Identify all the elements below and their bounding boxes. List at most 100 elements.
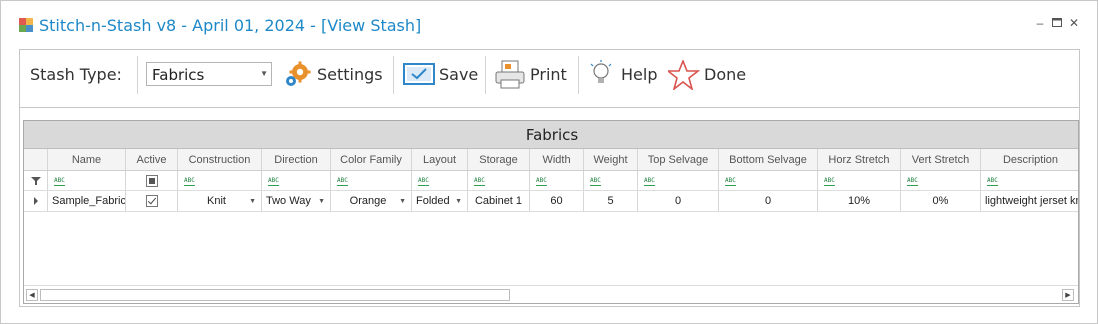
main-window: Stitch-n-Stash v8 - April 01, 2024 - [Vi… bbox=[0, 0, 1098, 324]
minimize-icon[interactable]: – bbox=[1033, 16, 1047, 30]
done-button[interactable]: Done bbox=[668, 60, 750, 90]
scroll-right-icon[interactable]: ▶ bbox=[1062, 289, 1074, 301]
chevron-down-icon[interactable]: ▼ bbox=[399, 191, 406, 211]
maximize-icon[interactable] bbox=[1050, 16, 1064, 30]
column-header-layout[interactable]: Layout bbox=[412, 149, 468, 170]
row-indicator bbox=[24, 191, 48, 211]
filter-storage[interactable]: ABC bbox=[468, 171, 530, 190]
scrollbar-thumb[interactable] bbox=[40, 289, 510, 301]
abc-filter-icon: ABC bbox=[54, 177, 65, 186]
column-header-bottom-selvage[interactable]: Bottom Selvage bbox=[719, 149, 818, 170]
column-header-active[interactable]: Active bbox=[126, 149, 178, 170]
column-header-direction[interactable]: Direction bbox=[262, 149, 331, 170]
stash-type-value: Fabrics bbox=[152, 66, 205, 84]
filter-checkbox[interactable] bbox=[146, 175, 158, 187]
filter-description[interactable]: ABC bbox=[981, 171, 1078, 190]
filter-layout[interactable]: ABC bbox=[412, 171, 468, 190]
abc-filter-icon: ABC bbox=[590, 177, 601, 186]
save-button[interactable]: Save bbox=[403, 60, 479, 90]
abc-filter-icon: ABC bbox=[337, 177, 348, 186]
column-header-construction[interactable]: Construction bbox=[178, 149, 262, 170]
column-header-storage[interactable]: Storage bbox=[468, 149, 530, 170]
cell-storage[interactable]: Cabinet 1 bbox=[468, 191, 530, 211]
filter-icon bbox=[24, 171, 48, 190]
filter-bottom-selvage[interactable]: ABC bbox=[719, 171, 818, 190]
abc-filter-icon: ABC bbox=[474, 177, 485, 186]
abc-filter-icon: ABC bbox=[184, 177, 195, 186]
cell-bottom-selvage[interactable]: 0 bbox=[719, 191, 818, 211]
cell-color-family[interactable]: Orange ▼ bbox=[331, 191, 412, 211]
filter-color-family[interactable]: ABC bbox=[331, 171, 412, 190]
chevron-down-icon[interactable]: ▼ bbox=[318, 191, 325, 211]
cell-vert-stretch[interactable]: 0% bbox=[901, 191, 981, 211]
toolbar-divider bbox=[578, 56, 579, 94]
chevron-down-icon: ▼ bbox=[260, 69, 268, 78]
cell-horz-stretch[interactable]: 10% bbox=[818, 191, 901, 211]
cell-top-selvage[interactable]: 0 bbox=[638, 191, 719, 211]
filter-row: ABC ABC ABC ABC ABC ABC ABC ABC ABC ABC … bbox=[24, 171, 1078, 191]
stash-type-select[interactable]: Fabrics ▼ bbox=[146, 62, 272, 86]
column-header-horz-stretch[interactable]: Horz Stretch bbox=[818, 149, 901, 170]
lightbulb-icon bbox=[590, 60, 612, 83]
cell-construction[interactable]: Knit ▼ bbox=[178, 191, 262, 211]
done-label: Done bbox=[704, 65, 747, 84]
filter-construction[interactable]: ABC bbox=[178, 171, 262, 190]
grid-panel: Fabrics Name Active Construction Directi… bbox=[19, 107, 1080, 307]
abc-filter-icon: ABC bbox=[536, 177, 547, 186]
printer-icon bbox=[495, 60, 525, 89]
cell-name[interactable]: Sample_Fabric bbox=[48, 191, 126, 211]
stash-grid: Fabrics Name Active Construction Directi… bbox=[23, 120, 1079, 304]
column-header-vert-stretch[interactable]: Vert Stretch bbox=[901, 149, 981, 170]
filter-horz-stretch[interactable]: ABC bbox=[818, 171, 901, 190]
filter-name[interactable]: ABC bbox=[48, 171, 126, 190]
cell-description[interactable]: lightweight jerset kn bbox=[981, 191, 1078, 211]
chevron-down-icon[interactable]: ▼ bbox=[455, 191, 462, 211]
monitor-check-icon bbox=[403, 63, 435, 85]
toolbar-divider bbox=[485, 56, 486, 94]
abc-filter-icon: ABC bbox=[824, 177, 835, 186]
star-icon bbox=[668, 60, 700, 90]
toolbar-divider bbox=[393, 56, 394, 94]
cell-direction[interactable]: Two Way ▼ bbox=[262, 191, 331, 211]
column-header-top-selvage[interactable]: Top Selvage bbox=[638, 149, 719, 170]
scroll-left-icon[interactable]: ◀ bbox=[26, 289, 38, 301]
cell-direction-value: Two Way bbox=[266, 195, 311, 207]
filter-active[interactable] bbox=[126, 171, 178, 190]
abc-filter-icon: ABC bbox=[987, 177, 998, 186]
chevron-down-icon[interactable]: ▼ bbox=[249, 191, 256, 211]
row-indicator-header bbox=[24, 149, 48, 170]
filter-width[interactable]: ABC bbox=[530, 171, 584, 190]
settings-button[interactable]: Settings bbox=[282, 60, 388, 90]
cell-width[interactable]: 60 bbox=[530, 191, 584, 211]
cell-layout[interactable]: Folded ▼ bbox=[412, 191, 468, 211]
column-header-description[interactable]: Description bbox=[981, 149, 1078, 170]
column-header-width[interactable]: Width bbox=[530, 149, 584, 170]
filter-direction[interactable]: ABC bbox=[262, 171, 331, 190]
table-row[interactable]: Sample_Fabric Knit ▼ Two Way ▼ Orange ▼ … bbox=[24, 191, 1078, 212]
active-checkbox[interactable] bbox=[146, 195, 158, 207]
abc-filter-icon: ABC bbox=[418, 177, 429, 186]
abc-filter-icon: ABC bbox=[725, 177, 736, 186]
column-header-row: Name Active Construction Direction Color… bbox=[24, 149, 1078, 171]
save-label: Save bbox=[439, 65, 479, 84]
title-bar: Stitch-n-Stash v8 - April 01, 2024 - [Vi… bbox=[1, 1, 1097, 41]
filter-top-selvage[interactable]: ABC bbox=[638, 171, 719, 190]
abc-filter-icon: ABC bbox=[644, 177, 655, 186]
close-icon[interactable]: ✕ bbox=[1067, 16, 1081, 30]
column-header-name[interactable]: Name bbox=[48, 149, 126, 170]
cell-active[interactable] bbox=[126, 191, 178, 211]
print-button[interactable]: Print bbox=[494, 60, 572, 90]
column-header-color-family[interactable]: Color Family bbox=[331, 149, 412, 170]
gears-icon bbox=[286, 61, 311, 86]
app-logo-icon bbox=[19, 18, 33, 32]
filter-weight[interactable]: ABC bbox=[584, 171, 638, 190]
filter-vert-stretch[interactable]: ABC bbox=[901, 171, 981, 190]
horizontal-scrollbar[interactable]: ◀ ▶ bbox=[24, 285, 1078, 303]
window-title: Stitch-n-Stash v8 - April 01, 2024 - [Vi… bbox=[39, 16, 422, 35]
cell-weight[interactable]: 5 bbox=[584, 191, 638, 211]
abc-filter-icon: ABC bbox=[907, 177, 918, 186]
column-header-weight[interactable]: Weight bbox=[584, 149, 638, 170]
settings-label: Settings bbox=[317, 65, 383, 84]
help-button[interactable]: Help bbox=[588, 60, 660, 90]
stash-type-label: Stash Type: bbox=[30, 65, 122, 84]
